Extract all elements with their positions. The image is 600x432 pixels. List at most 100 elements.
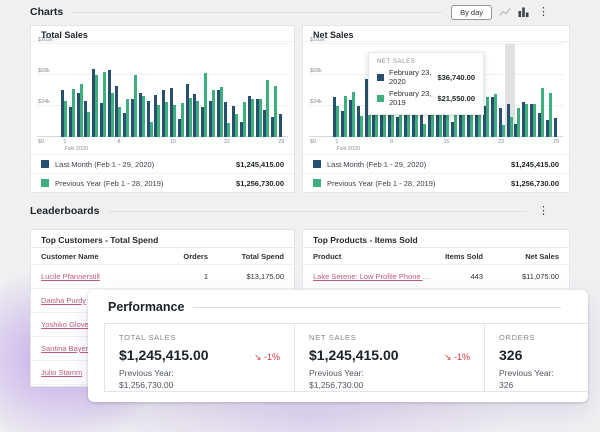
- bar-group-day-19[interactable]: [201, 44, 207, 137]
- legend-item[interactable]: Last Month (Feb 1 - 29, 2020)$1,245,415.…: [31, 154, 294, 173]
- bar-group-day-18[interactable]: [193, 44, 199, 137]
- bar-group-day-24[interactable]: [240, 44, 246, 137]
- bar-group-day-13[interactable]: [154, 44, 160, 137]
- column-header: Items Sold: [431, 252, 483, 261]
- bar-group-day-2[interactable]: [341, 44, 347, 137]
- bar-group-day-24[interactable]: [514, 44, 520, 137]
- leaderboards-kebab-menu-icon[interactable]: ⋮: [536, 206, 551, 217]
- previous-period-bar: [142, 96, 145, 137]
- previous-period-bar: [212, 90, 215, 137]
- bar-group-day-26[interactable]: [530, 44, 536, 137]
- table-header-row: ProductItems SoldNet Sales: [303, 248, 569, 265]
- net-sales-plot: $34k$68k$102k$0 18152229Feb 2020 NET SAL…: [309, 44, 563, 153]
- bar-group-day-6[interactable]: [100, 44, 106, 137]
- performance-title: Performance: [108, 300, 184, 314]
- previous-period-bar: [259, 99, 262, 137]
- performance-card: TOTAL SALES$1,245,415.00↘ -1%Previous Ye…: [105, 324, 295, 391]
- legend-value: $1,256,730.00: [236, 179, 284, 188]
- kpi-value: 326: [499, 347, 522, 363]
- interval-select[interactable]: By day: [451, 5, 492, 20]
- performance-card: ORDERS326Previous Year:326: [485, 324, 588, 391]
- bar-group-day-21[interactable]: [217, 44, 223, 137]
- column-header: Customer Name: [41, 252, 156, 261]
- bar-group-day-9[interactable]: [123, 44, 129, 137]
- previous-period-bar: [103, 72, 106, 137]
- column-header: Total Spend: [208, 252, 284, 261]
- x-axis-tick: 1: [63, 139, 66, 145]
- legend-item[interactable]: Previous Year (Feb 1 - 28, 2019) $1,256,7…: [31, 173, 294, 192]
- x-axis-tick: 8: [117, 139, 120, 145]
- y-axis-label: $68k: [38, 68, 50, 74]
- previous-period-bar: [274, 86, 277, 137]
- tooltip-value: $36,740.00: [437, 73, 475, 82]
- previous-period-bar: [360, 116, 363, 137]
- kpi-previous-value: $1,256,730.00: [119, 379, 280, 391]
- bar-group-day-17[interactable]: [186, 44, 192, 137]
- bar-group-day-7[interactable]: [108, 44, 114, 137]
- bar-group-day-1[interactable]: [333, 44, 339, 137]
- bar-group-day-1[interactable]: [61, 44, 67, 137]
- previous-period-bar: [494, 94, 497, 137]
- row-link[interactable]: Lake Serene: Low Profile Phone Cases: [313, 272, 431, 281]
- previous-period-bar: [243, 102, 246, 137]
- legend-item[interactable]: Last Month (Feb 1 - 29, 2020)$1,245,415.…: [303, 154, 569, 173]
- bar-group-day-10[interactable]: [131, 44, 137, 137]
- bar-group-day-4[interactable]: [357, 44, 363, 137]
- row-cell: $13,175.00: [208, 272, 284, 281]
- bar-group-day-20[interactable]: [209, 44, 215, 137]
- bar-group-day-11[interactable]: [139, 44, 145, 137]
- kpi-value: $1,245,415.00: [119, 347, 209, 363]
- column-header: Product: [313, 252, 431, 261]
- x-axis-tick: 1: [335, 139, 338, 145]
- bar-group-day-25[interactable]: [522, 44, 528, 137]
- bar-group-day-26[interactable]: [256, 44, 262, 137]
- legend-item[interactable]: Previous Year (Feb 1 - 28, 2019)$1,256,7…: [303, 173, 569, 192]
- y-axis-label: $102k: [310, 37, 325, 43]
- bar-group-day-28[interactable]: [271, 44, 277, 137]
- tooltip-value: $21,550.00: [437, 94, 475, 103]
- bar-group-day-27[interactable]: [263, 44, 269, 137]
- bar-group-day-15[interactable]: [170, 44, 176, 137]
- bar-group-day-3[interactable]: [349, 44, 355, 137]
- bar-group-day-21[interactable]: [491, 44, 497, 137]
- x-axis-tick: 15: [443, 139, 449, 145]
- tooltip-row: February 23, 2020$36,740.00: [377, 68, 475, 86]
- bar-group-day-23[interactable]: [507, 44, 513, 137]
- table-row: Lake Serene: Low Profile Phone Cases443$…: [303, 265, 569, 289]
- bar-group-day-28[interactable]: [546, 44, 552, 137]
- bar-chart-icon[interactable]: [518, 7, 529, 17]
- total-sales-chart-card: Total Sales $34k$68k$102k$0 18152229Feb …: [30, 25, 295, 193]
- previous-period-bar: [344, 96, 347, 137]
- legend-label: Previous Year (Feb 1 - 28, 2019): [55, 179, 163, 188]
- legend-label: Previous Year (Feb 1 - 28, 2019): [327, 179, 435, 188]
- section-divider: [72, 12, 442, 13]
- bar-group-day-5[interactable]: [92, 44, 98, 137]
- bar-group-day-29[interactable]: [554, 44, 560, 137]
- previous-period-bar: [227, 123, 230, 137]
- bar-group-day-16[interactable]: [178, 44, 184, 137]
- bar-group-day-27[interactable]: [538, 44, 544, 137]
- bar-group-day-23[interactable]: [232, 44, 238, 137]
- row-link[interactable]: Lucile Pfannerstill: [41, 272, 156, 281]
- previous-period-bar: [391, 111, 394, 137]
- bar-group-day-14[interactable]: [162, 44, 168, 137]
- bar-group-day-25[interactable]: [248, 44, 254, 137]
- previous-period-bar: [95, 75, 98, 137]
- bar-group-day-12[interactable]: [147, 44, 153, 137]
- previous-period-bar: [80, 84, 83, 137]
- kpi-change-indicator: ↘ -1%: [438, 352, 470, 363]
- previous-period-bar: [72, 89, 75, 137]
- bar-group-day-22[interactable]: [224, 44, 230, 137]
- bar-group-day-29[interactable]: [279, 44, 285, 137]
- previous-period-bar: [541, 88, 544, 137]
- kpi-label: TOTAL SALES: [119, 333, 280, 342]
- line-chart-icon[interactable]: [499, 7, 511, 17]
- column-header: Orders: [156, 252, 208, 261]
- bar-group-day-4[interactable]: [84, 44, 90, 137]
- bar-group-day-8[interactable]: [115, 44, 121, 137]
- bar-group-day-2[interactable]: [69, 44, 75, 137]
- previous-period-bar: [525, 104, 528, 137]
- bar-group-day-3[interactable]: [77, 44, 83, 137]
- charts-kebab-menu-icon[interactable]: ⋮: [536, 7, 551, 18]
- tooltip-label: February 23, 2019: [389, 89, 437, 107]
